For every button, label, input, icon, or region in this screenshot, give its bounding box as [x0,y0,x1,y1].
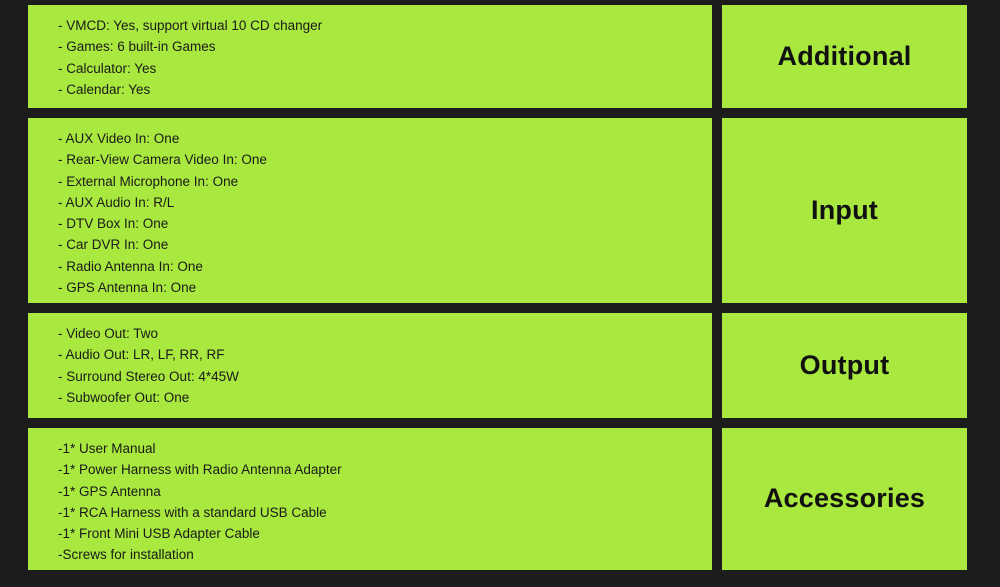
list-item: - AUX Video In: One [58,131,180,146]
spec-row-output: - Video Out: Two - Audio Out: LR, LF, RR… [28,313,967,418]
spec-label-panel-input: Input [722,118,967,303]
list-item: - Radio Antenna In: One [58,258,203,274]
list-item: - External Microphone In: One [58,173,239,189]
list-item: -Screws for installation [58,547,194,563]
category-label-accessories: Accessories [763,483,926,514]
category-label-input: Input [811,194,878,225]
list-item: - Games: 6 built-in Games [58,39,216,55]
spec-row-input: - AUX Video In: One - Rear-View Camera V… [28,118,967,303]
list-item: - Video Out: Two [58,326,159,341]
list-item: - GPS Antenna In: One [58,280,197,296]
specification-sheet: - VMCD: Yes, support virtual 10 CD chang… [0,0,1000,587]
spec-detail-panel-output: - Video Out: Two - Audio Out: LR, LF, RR… [28,313,712,418]
spec-list-input: - AUX Video In: One - Rear-View Camera V… [58,128,712,298]
list-item: - VMCD: Yes, support virtual 10 CD chang… [58,18,323,33]
spec-label-panel-output: Output [722,313,967,418]
list-item: - Audio Out: LR, LF, RR, RF [58,347,225,363]
spec-label-panel-accessories: Accessories [722,428,967,570]
list-item: -1* User Manual [58,441,156,456]
list-item: -1* Power Harness with Radio Antenna Ada… [58,462,342,478]
list-item: - AUX Audio In: R/L [58,194,175,210]
spec-detail-panel-accessories: -1* User Manual -1* Power Harness with R… [28,428,712,570]
list-item: - Calendar: Yes [58,81,151,97]
list-item: -1* RCA Harness with a standard USB Cabl… [58,504,327,520]
list-item: -1* GPS Antenna [58,483,161,499]
list-item: - DTV Box In: One [58,216,169,232]
spec-list-accessories: -1* User Manual -1* Power Harness with R… [58,438,712,566]
spec-row-accessories: -1* User Manual -1* Power Harness with R… [28,428,967,570]
list-item: - Surround Stereo Out: 4*45W [58,368,239,384]
spec-detail-panel-additional: - VMCD: Yes, support virtual 10 CD chang… [28,5,712,108]
list-item: - Subwoofer Out: One [58,389,190,405]
spec-row-additional: - VMCD: Yes, support virtual 10 CD chang… [28,5,967,108]
spec-list-output: - Video Out: Two - Audio Out: LR, LF, RR… [58,323,712,408]
spec-detail-panel-input: - AUX Video In: One - Rear-View Camera V… [28,118,712,303]
list-item: -1* Front Mini USB Adapter Cable [58,526,260,542]
list-item: - Rear-View Camera Video In: One [58,152,267,168]
spec-list-additional: - VMCD: Yes, support virtual 10 CD chang… [58,15,712,100]
list-item: - Calculator: Yes [58,60,157,76]
list-item: - Car DVR In: One [58,237,169,253]
spec-label-panel-additional: Additional [722,5,967,108]
category-label-output: Output [799,349,890,380]
category-label-additional: Additional [777,40,912,71]
